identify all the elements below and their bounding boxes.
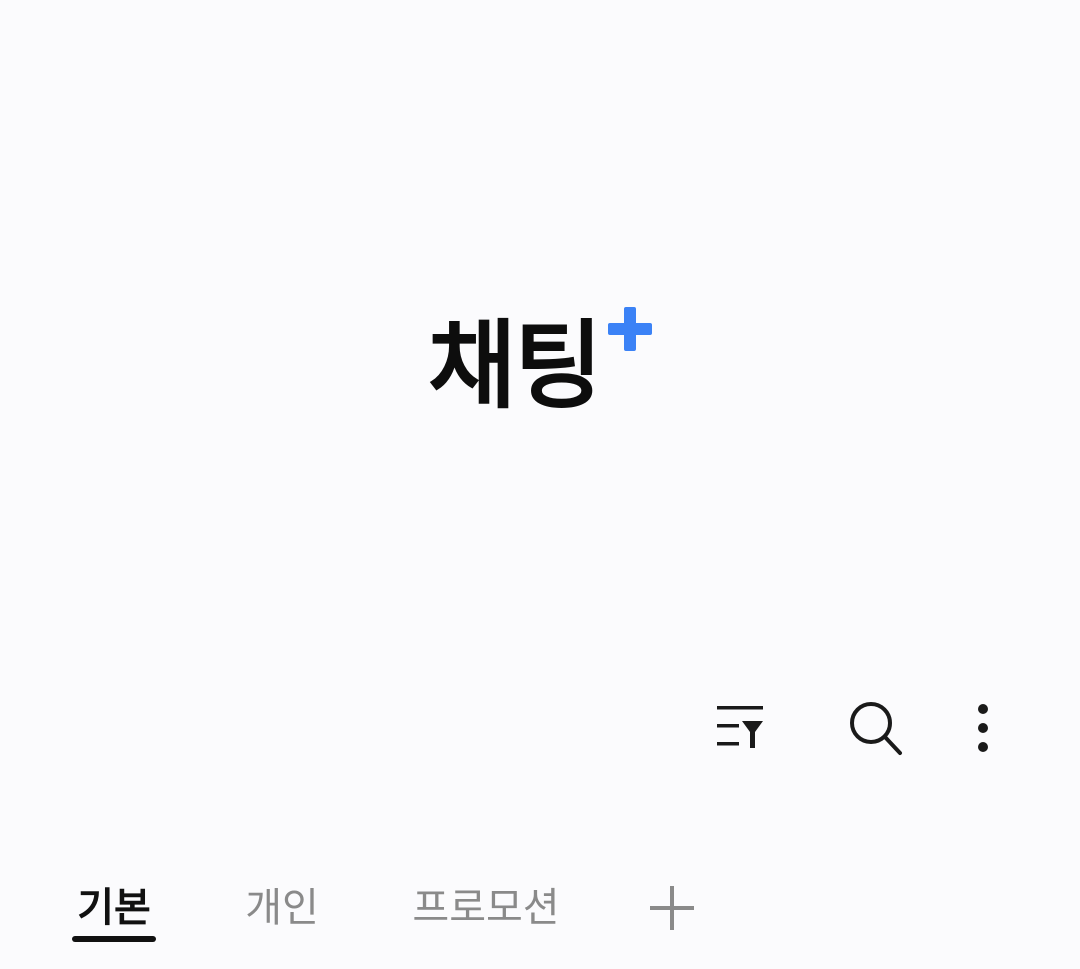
filter-button[interactable]: [708, 696, 772, 760]
filter-list-icon: [717, 706, 763, 748]
add-tab-button[interactable]: [646, 882, 698, 934]
active-tab-indicator: [72, 936, 156, 942]
search-button[interactable]: [844, 696, 908, 760]
tab-personal[interactable]: 개인: [242, 870, 322, 948]
plus-icon: [607, 307, 652, 351]
plus-icon: [650, 886, 694, 930]
app-title: 채팅: [428, 310, 603, 422]
more-button[interactable]: [951, 696, 1015, 760]
tab-bar: 기본 개인 프로모션: [0, 870, 1080, 950]
tab-promotions[interactable]: 프로모션: [408, 870, 564, 948]
more-vertical-icon: [978, 704, 988, 752]
tab-label: 기본: [77, 885, 151, 931]
app-logo: 채팅: [428, 296, 655, 426]
tab-label: 개인: [245, 885, 319, 931]
search-icon: [850, 702, 902, 755]
tab-label: 프로모션: [412, 885, 560, 931]
tab-primary[interactable]: 기본: [72, 870, 156, 948]
